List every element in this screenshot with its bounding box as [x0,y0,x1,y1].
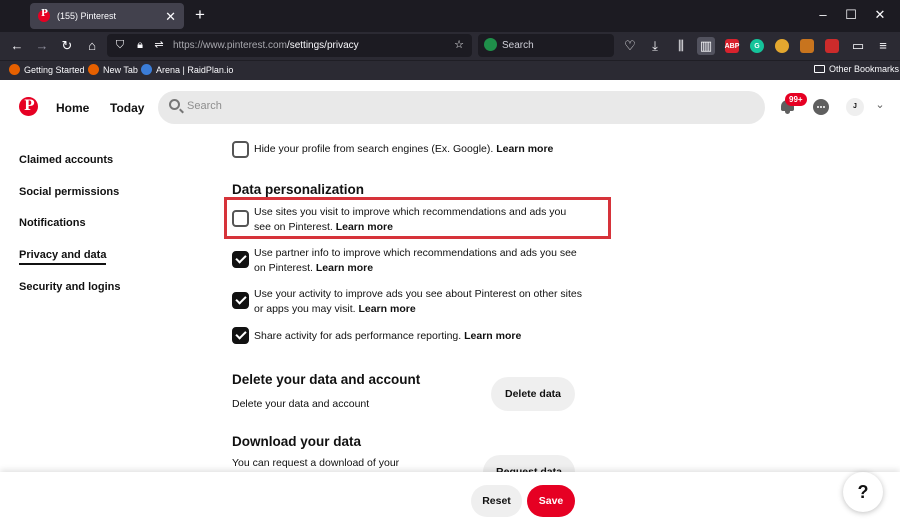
ads-reporting-checkbox[interactable] [232,327,249,344]
folder-icon [814,65,825,73]
partner-info-option: Use partner info to improve which recomm… [232,246,582,278]
tab-close-icon[interactable]: ✕ [165,10,176,23]
chevron-down-icon[interactable]: ⌄ [874,99,886,111]
activity-ads-label: Use your activity to improve ads you see… [254,288,582,315]
lock-icon[interactable]: 🔒︎ [133,37,147,54]
learn-more-link[interactable]: Learn more [336,221,393,233]
search-icon [169,99,180,110]
url-text[interactable]: https://www.pinterest.com/settings/priva… [173,40,359,51]
nav-today[interactable]: Today [110,101,144,115]
sidebar-item-claimed-accounts[interactable]: Claimed accounts [19,154,113,166]
sidebar-toggle-icon[interactable]: ▥ [697,37,715,55]
delete-data-description: Delete your data and account [232,398,370,410]
permissions-icon[interactable]: ⇌ [152,37,166,54]
nav-home[interactable]: Home [56,101,89,115]
data-personalization-heading: Data personalization [232,182,365,197]
hide-profile-option: Hide your profile from search engines (E… [232,141,582,159]
ads-reporting-label: Share activity for ads performance repor… [254,330,522,342]
extension-pen-icon[interactable] [825,39,839,53]
pocket-icon[interactable]: ♡ [621,37,639,55]
firefox-icon [88,64,99,75]
raidplan-icon [141,64,152,75]
search-engine-icon [484,38,497,51]
ads-reporting-option: Share activity for ads performance repor… [232,327,582,345]
maximize-icon[interactable]: ☐ [842,6,860,24]
browser-search-box[interactable]: Search [478,34,614,57]
adblock-plus-icon[interactable]: ABP [725,39,739,53]
activity-ads-option: Use your activity to improve ads you see… [232,287,582,319]
sidebar-item-security-and-logins[interactable]: Security and logins [19,281,120,293]
avatar[interactable]: J [846,98,864,116]
download-data-heading: Download your data [232,434,362,449]
learn-more-link[interactable]: Learn more [496,143,553,155]
search-input[interactable] [187,100,687,112]
forward-icon[interactable]: → [33,37,51,55]
use-sites-option: Use sites you visit to improve which rec… [232,205,582,237]
delete-data-button[interactable]: Delete data [491,377,575,411]
extension-box-icon[interactable] [800,39,814,53]
tab-title: (155) Pinterest [57,11,117,21]
bookmark-arena-raidplan[interactable]: Arena | RaidPlan.io [141,64,233,75]
settings-footer: Reset Save [0,472,900,529]
url-bar[interactable]: ⛉ 🔒︎ ⇌ https://www.pinterest.com/setting… [107,34,472,57]
browser-tab-bar: (155) Pinterest ✕ + – ☐ ✕ [0,0,900,32]
sidebar-item-privacy-and-data[interactable]: Privacy and data [19,249,107,265]
extension-panel-icon[interactable]: ▭ [849,37,867,55]
minimize-icon[interactable]: – [814,6,832,24]
learn-more-link[interactable]: Learn more [358,303,415,315]
hide-profile-checkbox[interactable] [232,141,249,158]
extension-face-icon[interactable] [775,39,789,53]
reset-button[interactable]: Reset [471,485,522,517]
shield-icon[interactable]: ⛉ [113,37,127,54]
browser-nav-bar: ← → ↻ ⌂ ⛉ 🔒︎ ⇌ https://www.pinterest.com… [0,32,900,60]
sidebar-item-notifications[interactable]: Notifications [19,217,86,229]
use-sites-checkbox[interactable] [232,210,249,227]
grammarly-icon[interactable]: G [750,39,764,53]
partner-info-label: Use partner info to improve which recomm… [254,247,577,274]
pinterest-logo-icon[interactable] [19,97,38,116]
download-data-description: You can request a download of your [232,457,400,469]
activity-ads-checkbox[interactable] [232,292,249,309]
firefox-icon [9,64,20,75]
learn-more-link[interactable]: Learn more [316,262,373,274]
bookmark-star-icon[interactable]: ☆ [452,37,466,54]
notifications-badge: 99+ [785,93,807,106]
pinterest-header: Home Today 99+ J ⌄ [0,80,900,136]
new-tab-button[interactable]: + [192,5,208,25]
bookmarks-bar: Getting Started New Tab Arena | RaidPlan… [0,60,900,80]
use-sites-label: Use sites you visit to improve which rec… [254,206,567,233]
learn-more-link[interactable]: Learn more [464,330,521,342]
window-close-icon[interactable]: ✕ [871,6,889,24]
sidebar-item-social-permissions[interactable]: Social permissions [19,186,119,198]
partner-info-checkbox[interactable] [232,251,249,268]
delete-data-heading: Delete your data and account [232,372,421,387]
home-icon[interactable]: ⌂ [83,37,101,55]
pinterest-favicon-icon [38,9,50,22]
downloads-icon[interactable]: ⤓ [646,37,664,55]
menu-icon[interactable]: ≡ [874,37,892,55]
browser-search-placeholder: Search [502,40,534,51]
back-icon[interactable]: ← [8,37,26,55]
reload-icon[interactable]: ↻ [58,37,76,55]
hide-profile-label: Hide your profile from search engines (E… [254,143,554,155]
library-icon[interactable]: ⫼ [672,37,690,55]
bookmark-new-tab[interactable]: New Tab [88,64,138,75]
messages-icon[interactable] [813,99,829,115]
pinterest-search-bar[interactable] [158,91,765,124]
other-bookmarks[interactable]: Other Bookmarks [814,64,899,74]
save-button[interactable]: Save [527,485,575,517]
bookmark-getting-started[interactable]: Getting Started [9,64,85,75]
browser-tab[interactable]: (155) Pinterest ✕ [30,3,184,29]
help-button[interactable]: ? [843,472,883,512]
